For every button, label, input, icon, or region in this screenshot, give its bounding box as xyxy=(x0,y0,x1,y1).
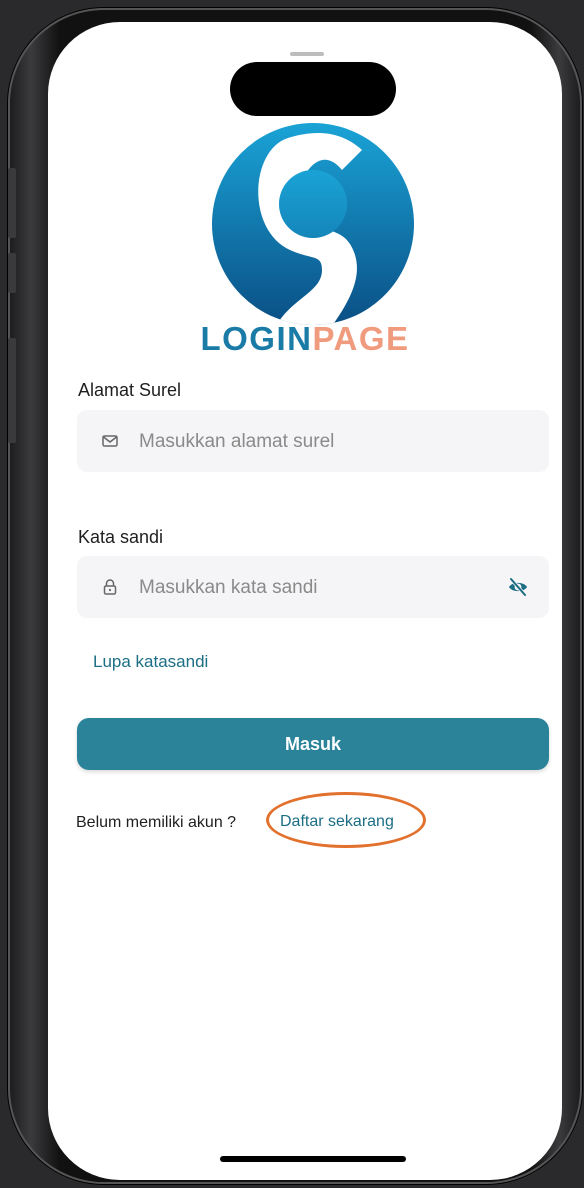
login-screen: LOGINPAGE Alamat Surel Kata sandi xyxy=(48,22,562,1180)
mail-icon xyxy=(102,435,118,447)
volume-up-button xyxy=(8,253,16,293)
phone-frame: LOGINPAGE Alamat Surel Kata sandi xyxy=(8,8,582,1184)
volume-down-button xyxy=(8,338,16,443)
dynamic-island xyxy=(230,62,396,116)
password-input[interactable] xyxy=(137,556,501,620)
sheet-handle xyxy=(290,52,324,56)
lock-icon xyxy=(103,579,117,595)
highlight-annotation xyxy=(266,792,426,848)
password-field-container[interactable] xyxy=(77,556,549,620)
home-indicator[interactable] xyxy=(220,1156,406,1162)
forgot-password-link[interactable]: Lupa katasandi xyxy=(93,652,208,672)
login-button[interactable]: Masuk xyxy=(77,718,549,770)
email-label: Alamat Surel xyxy=(78,380,182,400)
logo-wordmark: LOGINPAGE xyxy=(48,320,562,358)
mute-switch xyxy=(8,168,16,238)
password-label: Kata sandi xyxy=(78,527,164,547)
eye-off-icon[interactable] xyxy=(507,576,529,598)
email-input[interactable] xyxy=(137,410,501,474)
logo-text-page: PAGE xyxy=(312,320,410,357)
app-logo-icon xyxy=(212,123,414,325)
email-field-container[interactable] xyxy=(77,410,549,474)
register-prompt: Belum memiliki akun ? xyxy=(76,814,237,831)
logo-text-login: LOGIN xyxy=(200,320,313,357)
